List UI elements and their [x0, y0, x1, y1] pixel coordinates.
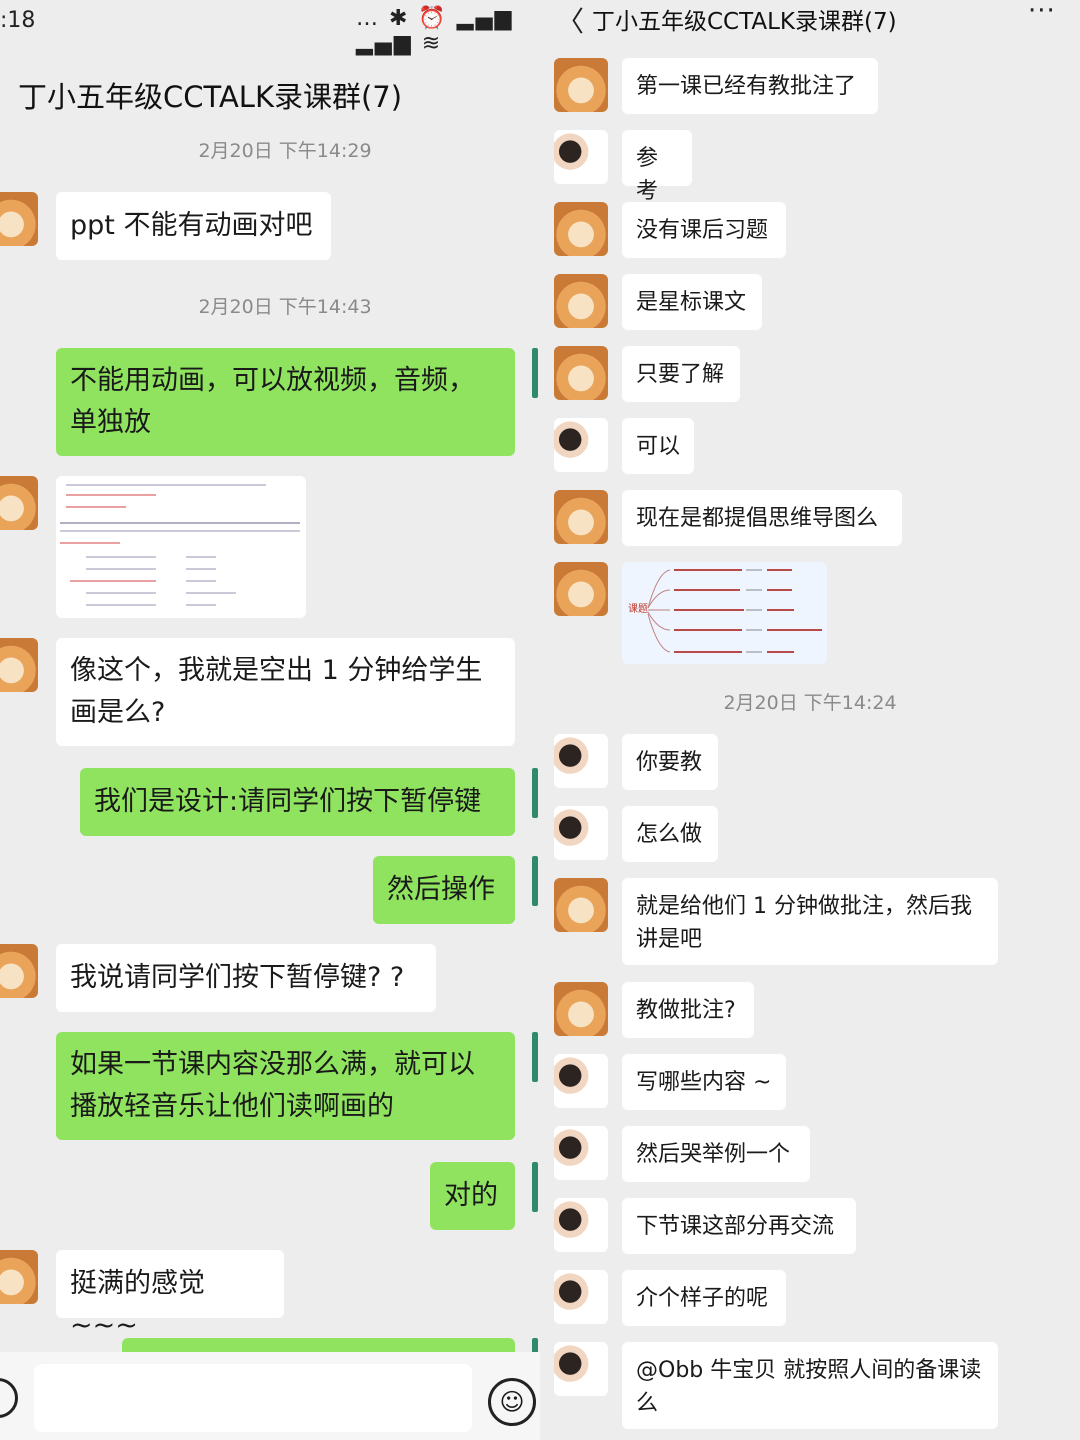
own-avatar-edge: [532, 348, 538, 398]
left-chat-screenshot: :18 … ✱ ⏰ ▂▄▆ ▂▄▆ ≋ 丁小五年级CCTALK录课群(7) 2月…: [0, 0, 540, 1440]
mindmap-root: 课题: [628, 603, 648, 615]
own-avatar-edge: [532, 768, 538, 818]
lady-avatar[interactable]: [554, 734, 608, 788]
mindmap-lines: 课题: [628, 569, 822, 653]
lady-avatar[interactable]: [554, 806, 608, 860]
mindmap-image-message[interactable]: 课题: [622, 562, 827, 664]
chat-title: 丁小五年级CCTALK录课群(7): [592, 9, 897, 35]
more-icon[interactable]: ···: [1028, 0, 1056, 26]
received-message[interactable]: 下节课这部分再交流: [622, 1198, 856, 1254]
cat-avatar[interactable]: [554, 346, 608, 400]
lady-avatar[interactable]: [554, 1054, 608, 1108]
emoji-icon[interactable]: ☺: [488, 1378, 536, 1426]
received-message[interactable]: 第一课已经有教批注了: [622, 58, 878, 114]
cat-avatar[interactable]: [0, 476, 38, 530]
received-message[interactable]: 可以: [622, 418, 694, 474]
image-message[interactable]: [56, 476, 306, 618]
cat-avatar[interactable]: [554, 982, 608, 1036]
received-message[interactable]: 像这个，我就是空出 1 分钟给学生画是么?: [56, 638, 515, 746]
lady-avatar[interactable]: [554, 130, 608, 184]
received-message[interactable]: 我说请同学们按下暂停键? ?: [56, 944, 436, 1012]
cat-avatar[interactable]: [0, 944, 38, 998]
sent-message[interactable]: 如果一节课内容没那么满，就可以播放轻音乐让他们读啊画的: [56, 1032, 515, 1140]
received-message[interactable]: @Obb 牛宝贝 就按照人间的备课读么: [622, 1342, 998, 1429]
received-message[interactable]: 是星标课文: [622, 274, 762, 330]
received-message[interactable]: 教做批注?: [622, 982, 754, 1038]
cat-avatar[interactable]: [0, 192, 38, 246]
received-message[interactable]: 就是给他们 1 分钟做批注，然后我讲是吧: [622, 878, 998, 965]
cat-avatar[interactable]: [554, 490, 608, 544]
own-avatar-edge: [532, 1032, 538, 1082]
status-time: :18: [0, 8, 36, 33]
cat-avatar[interactable]: [554, 58, 608, 112]
received-message[interactable]: 只要了解: [622, 346, 740, 402]
cat-avatar[interactable]: [554, 274, 608, 328]
timestamp: 2月20日 下午14:43: [198, 296, 372, 318]
chat-title: 丁小五年级CCTALK录课群(7): [18, 80, 403, 114]
own-avatar-edge: [532, 856, 538, 906]
received-message[interactable]: 没有课后习题: [622, 202, 786, 258]
status-icons: … ✱ ⏰ ▂▄▆ ▂▄▆ ≋: [356, 6, 514, 56]
received-message[interactable]: 参考: [622, 130, 692, 204]
sent-message[interactable]: 不能用动画，可以放视频，音频，单独放: [56, 348, 515, 456]
cat-avatar[interactable]: [554, 562, 608, 616]
received-message[interactable]: 挺满的感觉 ~~~: [56, 1250, 284, 1341]
lady-avatar[interactable]: [554, 418, 608, 472]
received-message[interactable]: 然后哭举例一个: [622, 1126, 810, 1182]
lady-avatar[interactable]: [554, 1342, 608, 1396]
received-message[interactable]: 现在是都提倡思维导图么: [622, 490, 902, 546]
sent-message[interactable]: 对的: [430, 1162, 515, 1230]
cat-avatar[interactable]: [0, 1250, 38, 1304]
lady-avatar[interactable]: [554, 1270, 608, 1324]
received-message[interactable]: ppt 不能有动画对吧: [56, 192, 331, 260]
timestamp: 2月20日 下午14:29: [198, 140, 372, 162]
back-icon[interactable]: 〈: [556, 0, 584, 40]
own-avatar-edge: [532, 1162, 538, 1212]
cat-avatar[interactable]: [0, 638, 38, 692]
lady-avatar[interactable]: [554, 1126, 608, 1180]
received-message[interactable]: 怎么做: [622, 806, 718, 862]
cat-avatar[interactable]: [554, 878, 608, 932]
sent-message[interactable]: 我们是设计:请同学们按下暂停键: [80, 768, 515, 836]
message-input[interactable]: [34, 1364, 472, 1432]
received-message[interactable]: 介个样子的呢: [622, 1270, 786, 1326]
cat-avatar[interactable]: [554, 202, 608, 256]
received-message[interactable]: 写哪些内容 ~: [622, 1054, 786, 1110]
received-message[interactable]: 你要教: [622, 734, 718, 790]
sent-message[interactable]: 然后操作: [373, 856, 515, 924]
lady-avatar[interactable]: [554, 1198, 608, 1252]
timestamp: 2月20日 下午14:24: [723, 692, 897, 714]
